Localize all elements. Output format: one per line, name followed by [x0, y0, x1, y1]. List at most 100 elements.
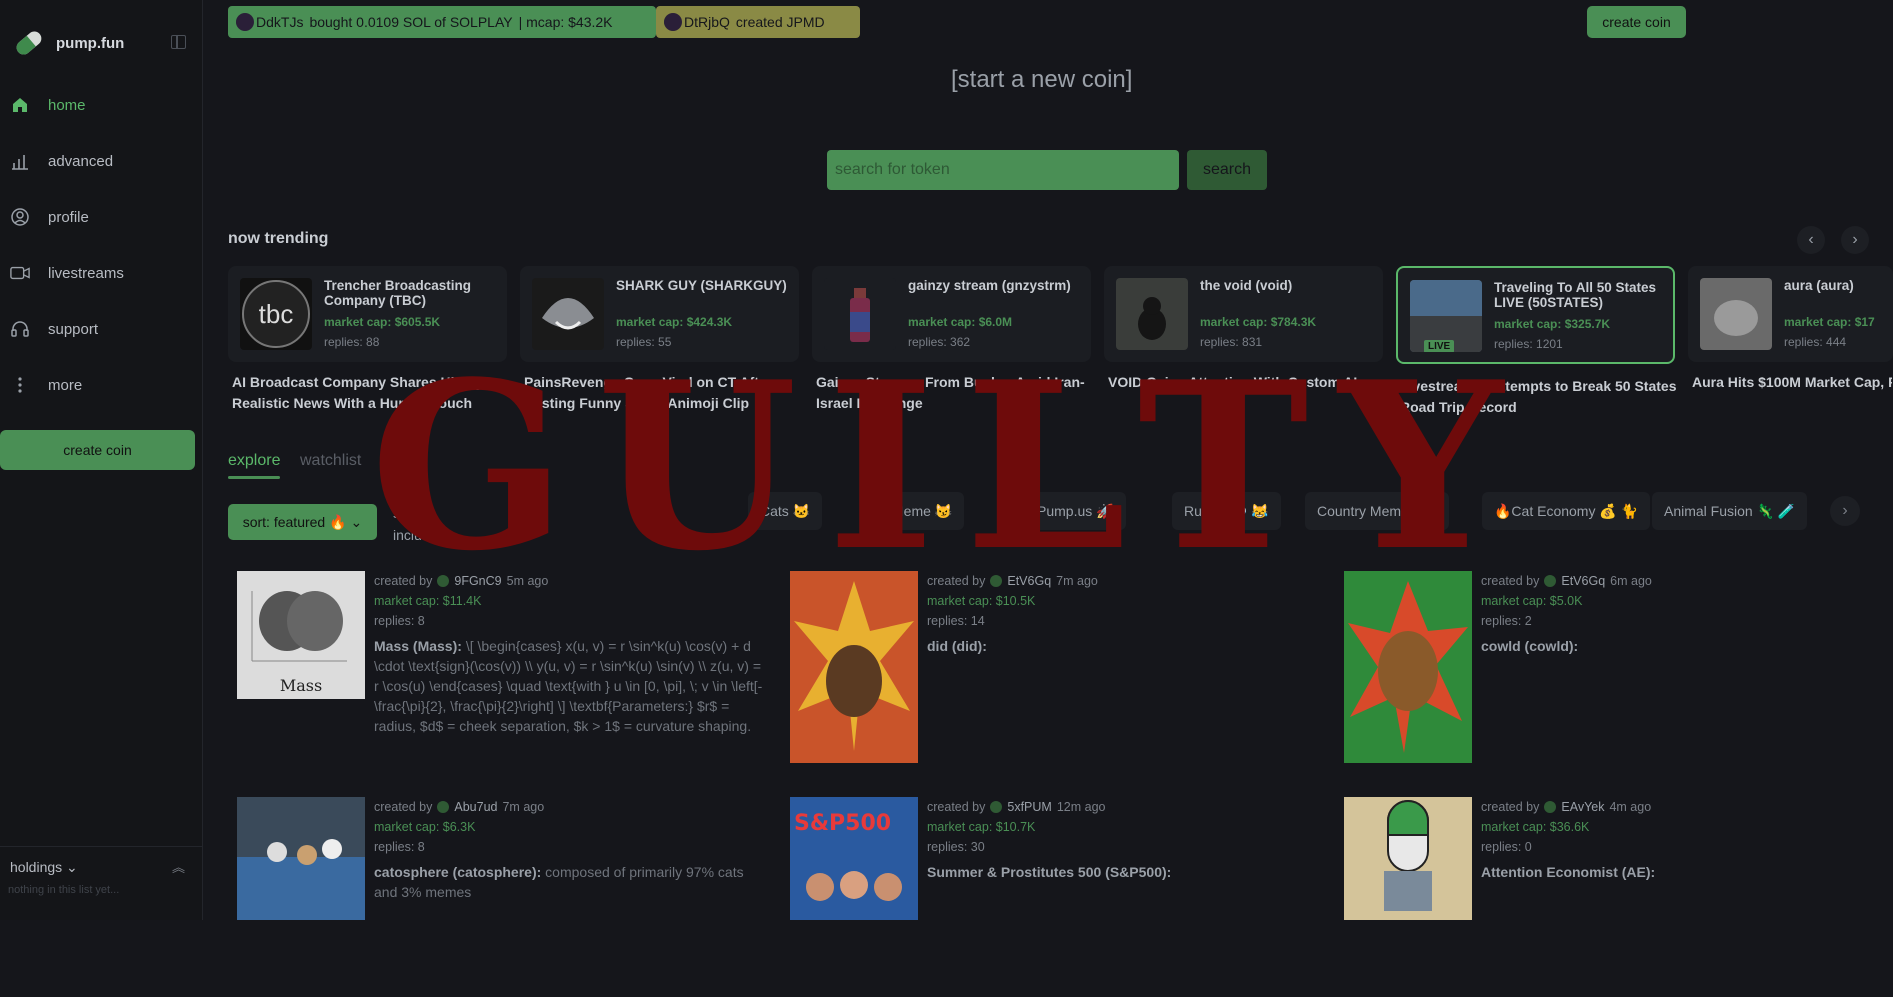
- creator-name[interactable]: EtV6Gq: [1561, 571, 1605, 591]
- market-cap: market cap: $10.7K: [927, 820, 1036, 834]
- coin-description: catosphere (catosphere): composed of pri…: [374, 864, 744, 900]
- category-pill[interactable]: Animal Fusion 🦎 🧪: [1652, 492, 1808, 530]
- coin-meta: created by EtV6Gq 6m ago market cap: $5.0K…: [1481, 571, 1871, 656]
- guilty-stamp-overlay: GUILTY: [370, 332, 1533, 602]
- token-image: tbc: [240, 278, 312, 350]
- brand-name: pump.fun: [56, 34, 125, 52]
- token-image: S&P500: [790, 797, 918, 920]
- chevron-right-icon[interactable]: ›: [1830, 496, 1860, 526]
- user-icon: [10, 207, 30, 227]
- search-button[interactable]: search: [1187, 150, 1267, 190]
- market-cap: market cap: $325.7K: [1494, 317, 1611, 331]
- market-cap: market cap: $6.0M: [908, 315, 1013, 329]
- chevron-left-icon[interactable]: ‹: [1797, 226, 1825, 254]
- chart-icon: [10, 151, 30, 171]
- home-icon: [10, 95, 30, 115]
- avatar: [990, 801, 1003, 813]
- search-input[interactable]: [827, 150, 1179, 190]
- coin-age: 7m ago: [502, 800, 545, 814]
- ticker-text: created JPMD: [735, 14, 825, 30]
- sidebar-collapse-icon[interactable]: [171, 35, 186, 49]
- market-cap: market cap: $784.3K: [1200, 315, 1317, 329]
- holdings-panel: holdings ⌄ ︽ nothing in this list yet...: [0, 846, 203, 920]
- coin-meta: created by EAvYek 4m ago market cap: $36.6…: [1481, 797, 1871, 882]
- sidebar-item-label: support: [48, 320, 99, 338]
- token-name: gainzy stream (gnzystrm): [908, 278, 1071, 293]
- trending-card[interactable]: aura (aura) market cap: $17 replies: 444: [1688, 266, 1893, 362]
- token-image: Mass: [237, 571, 365, 699]
- creator-name[interactable]: 5xfPUM: [1007, 797, 1051, 817]
- market-cap: market cap: $605.5K: [324, 315, 441, 329]
- chevron-up-icon[interactable]: ︽: [172, 857, 185, 876]
- ticker-user: DtRjbQ: [684, 14, 730, 30]
- creator-name[interactable]: EAvYek: [1561, 797, 1604, 817]
- sidebar-item-advanced[interactable]: advanced: [0, 139, 203, 183]
- coin-age: 4m ago: [1609, 800, 1652, 814]
- sidebar-item-livestreams[interactable]: livestreams: [0, 251, 203, 295]
- tab-explore[interactable]: explore: [228, 452, 281, 479]
- sidebar: pump.fun home advanced profile livestrea…: [0, 0, 203, 920]
- token-image: [1700, 278, 1772, 350]
- ticker-user: DdkTJs: [256, 14, 304, 30]
- coin-icon: [236, 13, 254, 31]
- sidebar-item-home[interactable]: home: [0, 83, 203, 127]
- market-cap: market cap: $5.0K: [1481, 594, 1583, 608]
- coin-card[interactable]: created by Abu7ud 7m ago market cap: $6.3K…: [229, 797, 749, 997]
- sidebar-item-more[interactable]: more: [0, 363, 203, 407]
- headset-icon: [10, 319, 30, 339]
- coin-icon: [664, 13, 682, 31]
- sort-dropdown[interactable]: sort: featured 🔥 ⌄: [228, 504, 377, 540]
- ticker-text: bought 0.0109 SOL of SOLPLAY: [309, 14, 513, 30]
- sidebar-item-profile[interactable]: profile: [0, 195, 203, 239]
- holdings-toggle[interactable]: holdings ⌄: [10, 859, 78, 876]
- sidebar-item-label: home: [48, 96, 86, 114]
- replies-count: replies: 8: [374, 614, 425, 628]
- market-cap: market cap: $424.3K: [616, 315, 733, 329]
- replies-count: replies: 30: [927, 840, 985, 854]
- replies-count: replies: 8: [374, 840, 425, 854]
- token-image: [237, 797, 365, 920]
- create-coin-button[interactable]: create coin: [0, 430, 195, 470]
- replies-count: replies: 14: [927, 614, 985, 628]
- coin-description: did (did):: [927, 638, 987, 654]
- chevron-down-icon: ⌄: [350, 513, 363, 530]
- coin-meta: created by 5xfPUM 12m ago market cap: $10.…: [927, 797, 1317, 882]
- market-cap: market cap: $6.3K: [374, 820, 476, 834]
- creator-name[interactable]: Abu7ud: [454, 797, 497, 817]
- holdings-empty-text: nothing in this list yet...: [8, 884, 120, 896]
- replies-count: replies: 2: [1481, 614, 1532, 628]
- avatar: [1544, 801, 1557, 813]
- coin-description: cowld (cowld):: [1481, 638, 1579, 654]
- sidebar-item-label: advanced: [48, 152, 114, 170]
- chevron-right-icon[interactable]: ›: [1841, 226, 1869, 254]
- sidebar-item-label: livestreams: [48, 264, 124, 282]
- coin-card[interactable]: S&P500 created by 5xfPUM 12m ago market ca…: [782, 797, 1302, 997]
- coin-card[interactable]: created by EAvYek 4m ago market cap: $36.6…: [1336, 797, 1856, 997]
- ticker-trade[interactable]: DdkTJs bought 0.0109 SOL of SOLPLAY | mc…: [228, 6, 656, 38]
- create-coin-top-button[interactable]: create coin: [1587, 6, 1686, 38]
- replies-count: replies: 444: [1784, 335, 1847, 349]
- avatar: [1544, 575, 1557, 587]
- coin-description: Mass (Mass): \[ \begin{cases} x(u, v) = …: [374, 638, 763, 734]
- replies-count: replies: 0: [1481, 840, 1532, 854]
- tab-watchlist[interactable]: watchlist: [300, 452, 361, 470]
- pill-logo-icon: [16, 31, 42, 55]
- sidebar-item-support[interactable]: support: [0, 307, 203, 351]
- coin-description: Summer & Prostitutes 500 (S&P500):: [927, 864, 1172, 880]
- coin-age: 6m ago: [1610, 574, 1652, 588]
- sidebar-item-label: profile: [48, 208, 89, 226]
- coin-description: Attention Economist (AE):: [1481, 864, 1656, 880]
- ticker-mcap: | mcap: $43.2K: [518, 14, 613, 30]
- token-image: [1344, 797, 1472, 920]
- avatar: [437, 801, 450, 813]
- video-icon: [10, 263, 30, 283]
- token-name: aura (aura): [1784, 278, 1854, 293]
- trending-headline[interactable]: Aura Hits $100M Market Cap, Puzzled Over…: [1692, 372, 1892, 393]
- dots-icon: [10, 375, 30, 395]
- market-cap: market cap: $17: [1784, 315, 1875, 329]
- brand[interactable]: pump.fun: [12, 26, 124, 60]
- token-name: Traveling To All 50 States LIVE (50STATE…: [1494, 280, 1657, 310]
- token-name: SHARK GUY (SHARKGUY): [616, 278, 787, 293]
- ticker-create[interactable]: DtRjbQ created JPMD: [656, 6, 860, 38]
- token-name: the void (void): [1200, 278, 1293, 293]
